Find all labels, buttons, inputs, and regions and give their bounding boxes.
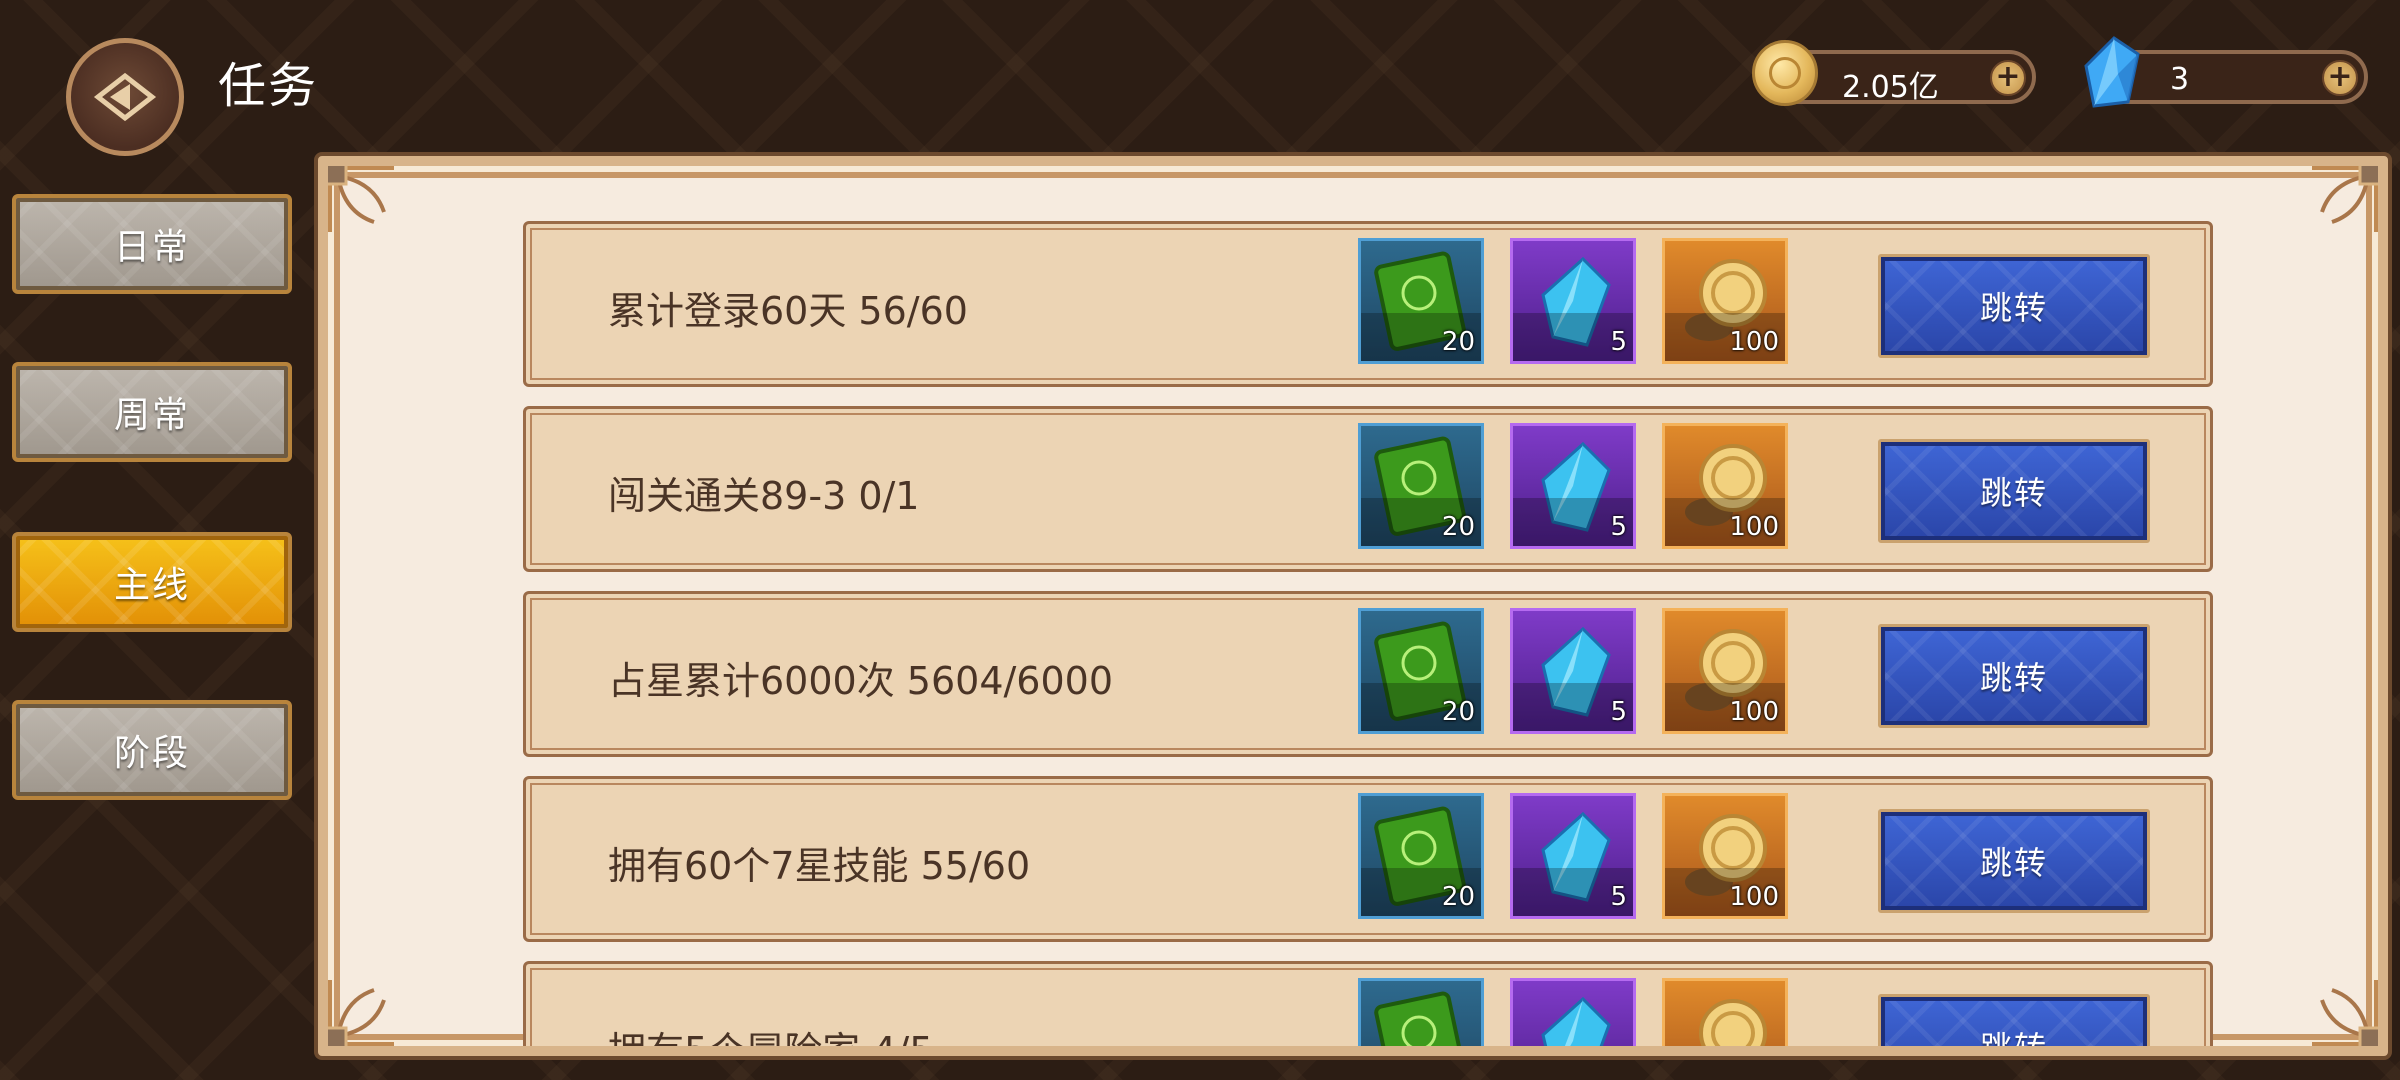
back-button[interactable] xyxy=(66,38,184,156)
jump-button[interactable]: 跳转 xyxy=(1878,254,2150,358)
reward-item[interactable]: 20 xyxy=(1358,608,1484,734)
task-panel[interactable]: 累计登录60天 56/60 20 5 100 跳转 闯关通关89-3 0/1 2… xyxy=(318,156,2388,1056)
jump-button[interactable]: 跳转 xyxy=(1878,809,2150,913)
task-row: 占星累计6000次 5604/6000 20 5 100 跳转 xyxy=(523,591,2213,757)
gold-coin-icon xyxy=(1699,999,1767,1046)
jump-button-label: 跳转 xyxy=(1979,474,2048,512)
reward-item[interactable] xyxy=(1358,978,1484,1046)
tab-label: 阶段 xyxy=(113,733,190,774)
reward-item[interactable]: 20 xyxy=(1358,423,1484,549)
tab-label: 周常 xyxy=(113,395,190,436)
blue-gem-icon xyxy=(2084,36,2140,108)
task-description: 拥有5个冒险家 4/5 xyxy=(608,1029,934,1056)
reward-quantity: 5 xyxy=(1610,697,1627,727)
reward-item[interactable]: 5 xyxy=(1510,608,1636,734)
reward-item[interactable]: 100 xyxy=(1662,238,1788,364)
reward-quantity: 20 xyxy=(1441,327,1475,357)
gem-value: 3 xyxy=(2170,62,2190,97)
task-row: 闯关通关89-3 0/1 20 5 100 跳转 xyxy=(523,406,2213,572)
add-gems-button[interactable]: + xyxy=(2322,60,2358,96)
task-row: 累计登录60天 56/60 20 5 100 跳转 xyxy=(523,221,2213,387)
task-row: 拥有60个7星技能 55/60 20 5 100 跳转 xyxy=(523,776,2213,942)
task-description: 累计登录60天 56/60 xyxy=(608,289,968,333)
jump-button-label: 跳转 xyxy=(1979,1029,2048,1056)
task-description: 占星累计6000次 5604/6000 xyxy=(608,659,1114,703)
corner-ornament-icon xyxy=(328,166,394,232)
reward-quantity: 5 xyxy=(1610,512,1627,542)
reward-quantity: 100 xyxy=(1729,327,1779,357)
reward-item[interactable]: 5 xyxy=(1510,423,1636,549)
jump-button[interactable]: 跳转 xyxy=(1878,439,2150,543)
gold-value: 2.05亿 xyxy=(1842,70,1939,105)
reward-quantity: 100 xyxy=(1729,512,1779,542)
reward-quantity: 20 xyxy=(1441,512,1475,542)
task-description: 闯关通关89-3 0/1 xyxy=(608,474,920,518)
reward-quantity: 20 xyxy=(1441,697,1475,727)
jump-button-label: 跳转 xyxy=(1979,659,2048,697)
task-description: 拥有60个7星技能 55/60 xyxy=(608,844,1031,888)
reward-quantity: 100 xyxy=(1729,697,1779,727)
reward-quantity: 5 xyxy=(1610,327,1627,357)
jump-button-label: 跳转 xyxy=(1979,289,2048,327)
corner-ornament-icon xyxy=(328,980,394,1046)
reward-quantity: 20 xyxy=(1441,882,1475,912)
reward-item[interactable]: 5 xyxy=(1510,238,1636,364)
back-arrow-icon xyxy=(93,72,157,122)
tab-label: 主线 xyxy=(113,565,190,606)
corner-ornament-icon xyxy=(2312,980,2378,1046)
task-row: 拥有5个冒险家 4/5 跳转 xyxy=(523,961,2213,1056)
reward-item[interactable]: 100 xyxy=(1662,793,1788,919)
gold-coin-icon xyxy=(1752,40,1818,106)
reward-item[interactable] xyxy=(1662,978,1788,1046)
tab-main-story[interactable]: 主线 xyxy=(12,532,292,632)
tab-weekly[interactable]: 周常 xyxy=(12,362,292,462)
reward-item[interactable]: 5 xyxy=(1510,793,1636,919)
jump-button[interactable]: 跳转 xyxy=(1878,994,2150,1056)
reward-item[interactable]: 20 xyxy=(1358,238,1484,364)
page-title: 任务 xyxy=(218,58,319,114)
jump-button[interactable]: 跳转 xyxy=(1878,624,2150,728)
reward-quantity: 5 xyxy=(1610,882,1627,912)
reward-item[interactable]: 100 xyxy=(1662,423,1788,549)
green-book-icon xyxy=(1374,991,1466,1046)
tab-label: 日常 xyxy=(113,227,190,268)
tab-daily[interactable]: 日常 xyxy=(12,194,292,294)
jump-button-label: 跳转 xyxy=(1979,844,2048,882)
reward-quantity: 100 xyxy=(1729,882,1779,912)
tab-stage[interactable]: 阶段 xyxy=(12,700,292,800)
add-gold-button[interactable]: + xyxy=(1990,60,2026,96)
reward-item[interactable]: 100 xyxy=(1662,608,1788,734)
corner-ornament-icon xyxy=(2312,166,2378,232)
blue-crystal-icon xyxy=(1541,996,1611,1046)
reward-item[interactable] xyxy=(1510,978,1636,1046)
reward-item[interactable]: 20 xyxy=(1358,793,1484,919)
